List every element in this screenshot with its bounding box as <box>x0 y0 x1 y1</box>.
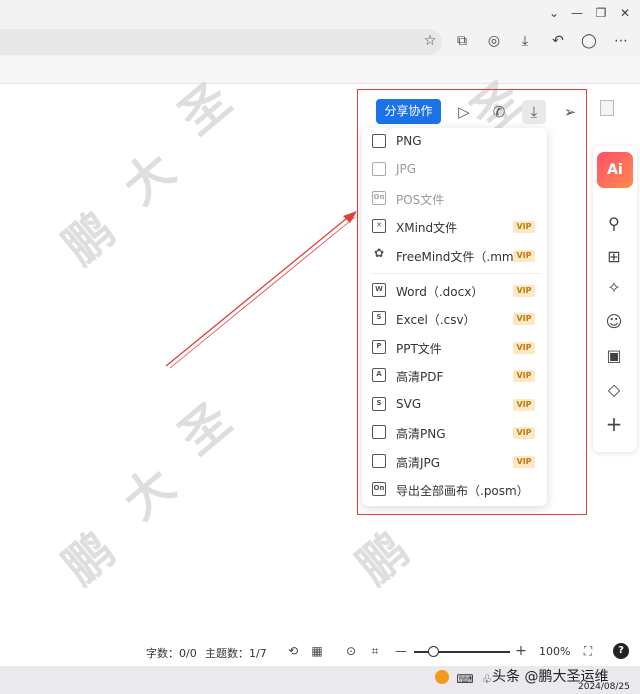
broken-image-icon[interactable] <box>600 100 614 116</box>
style-settings-icon[interactable]: ⚲ <box>602 212 626 236</box>
topic-count: 主题数：1/7 <box>205 647 267 660</box>
tray-app-icon[interactable] <box>435 670 449 684</box>
locate-icon[interactable]: ⊙ <box>343 643 359 659</box>
keyboard-icon[interactable]: ⌨ <box>456 670 474 688</box>
sparkle-icon[interactable]: ✧ <box>602 276 626 300</box>
taskbar-date: 2024/08/25 <box>578 682 630 692</box>
annotation-highlight-box <box>357 89 587 515</box>
ai-button[interactable]: Ai <box>597 152 633 188</box>
emoji-icon[interactable]: ☺ <box>602 310 626 334</box>
refresh-icon[interactable]: ⟲ <box>285 643 301 659</box>
tag-icon[interactable]: ◇ <box>602 378 626 402</box>
zoom-in-button[interactable]: + <box>513 643 529 659</box>
word-count: 字数：0/0 <box>146 647 197 660</box>
map-icon[interactable]: ⌗ <box>367 643 383 659</box>
fullscreen-icon[interactable]: ⛶ <box>580 643 596 659</box>
help-button[interactable]: ? <box>613 643 629 659</box>
add-icon[interactable]: + <box>602 412 626 436</box>
layout-icon[interactable]: ▦ <box>309 643 325 659</box>
structure-icon[interactable]: ⊞ <box>602 245 626 269</box>
image-icon[interactable]: ▣ <box>602 344 626 368</box>
zoom-level: 100% <box>539 645 571 658</box>
zoom-out-button[interactable]: — <box>393 643 409 659</box>
